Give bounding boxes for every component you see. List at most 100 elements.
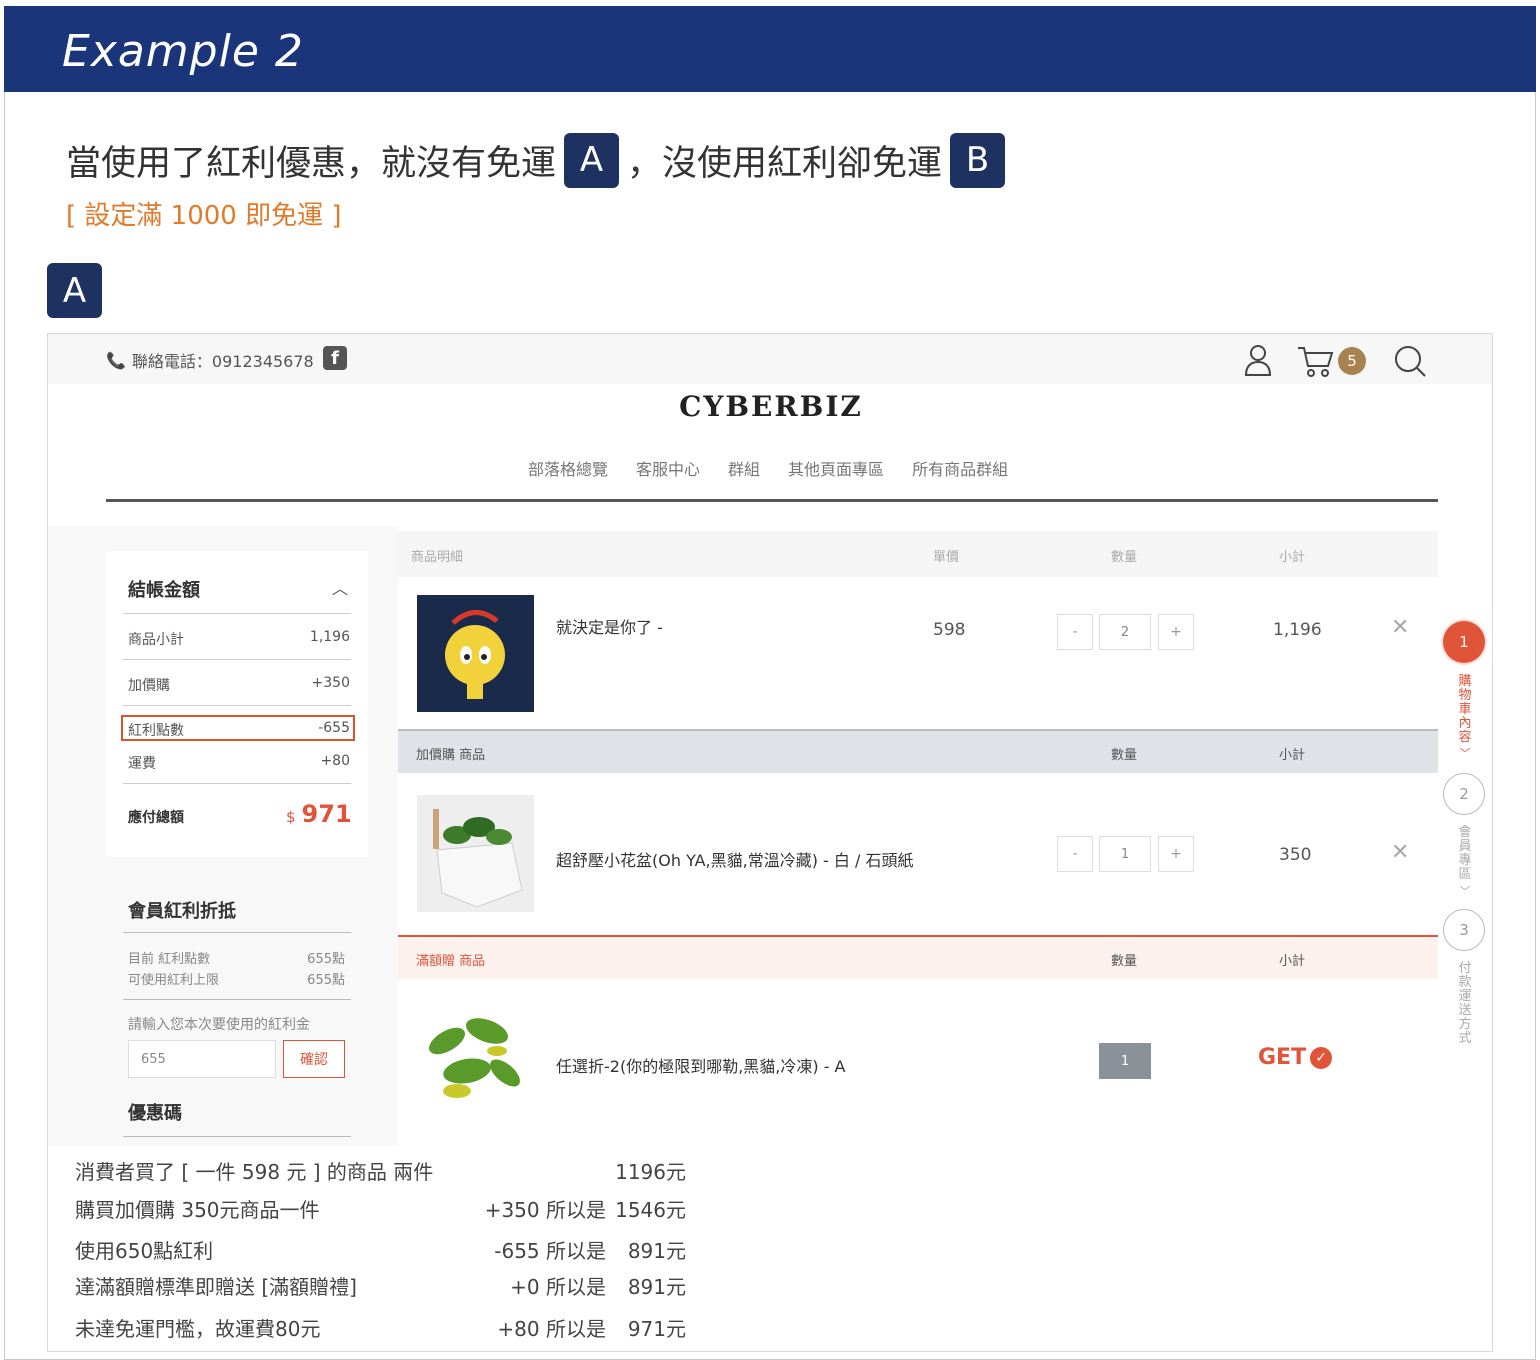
chevron-down-icon: ﹀ (1459, 747, 1471, 760)
step-1-circle[interactable]: 1 (1443, 621, 1485, 663)
chevron-up-icon[interactable]: ︿ (332, 575, 348, 599)
section-badge-a: A (47, 263, 102, 318)
total-amount: $971 (286, 800, 352, 828)
gift-header-label: 滿額贈 商品 (416, 954, 486, 969)
calc-line-5-result: 971元 (627, 1317, 686, 1341)
step-3-label[interactable]: 付款運送方式 (1457, 962, 1473, 1046)
product-name[interactable]: 超舒壓小花盆(Oh YA,黑貓,常溫冷藏) - 白 / 石頭紙 (556, 847, 913, 871)
free-shipping-note: [ 設定滿 1000 即免運 ] (66, 201, 342, 231)
gift-status: GET ✓ (1258, 1045, 1333, 1070)
step-2-circle[interactable]: 2 (1443, 773, 1485, 815)
calc-line-5-op: +80 所以是 (497, 1317, 606, 1341)
calc-line-3-result: 891元 (627, 1239, 686, 1263)
total-value: 971 (301, 800, 352, 828)
unit-price: 598 (933, 620, 966, 640)
total-label: 應付總額 (128, 810, 184, 826)
remove-icon[interactable]: ✕ (1391, 615, 1409, 640)
qty-increase-button[interactable]: + (1158, 836, 1194, 872)
headline: 當使用了紅利優惠，就沒有免運 A ，沒使用紅利卻免運 B (66, 132, 1013, 188)
addon-header-label: 加價購 商品 (416, 748, 486, 763)
bonus-points-input[interactable]: 655 (128, 1040, 276, 1078)
calc-line-2-result: 1546元 (615, 1198, 686, 1222)
product-name[interactable]: 就決定是你了 - (556, 614, 663, 638)
qty-input[interactable]: 1 (1099, 836, 1151, 872)
gift-header-qty: 數量 (1111, 954, 1138, 969)
addon-row: 超舒壓小花盆(Oh YA,黑貓,常溫冷藏) - 白 / 石頭紙 - 1 + 35… (398, 773, 1438, 935)
bonus-confirm-button[interactable]: 確認 (283, 1040, 345, 1078)
product-thumbnail[interactable] (417, 595, 534, 712)
summary-title: 結帳金額 (128, 580, 200, 601)
divider (123, 613, 351, 614)
divider (123, 999, 351, 1000)
step-1-label[interactable]: 購物車內容 (1457, 675, 1473, 745)
addon-header-qty: 數量 (1111, 748, 1138, 763)
addon-header-subtotal: 小計 (1279, 748, 1306, 763)
phone-icon: 📞 (106, 350, 126, 370)
banner-title: Example 2 (62, 26, 304, 77)
summary-row-value: -655 (318, 720, 350, 736)
gift-header-subtotal: 小計 (1279, 954, 1306, 969)
remove-icon[interactable]: ✕ (1391, 840, 1409, 865)
row-subtotal: 350 (1279, 845, 1312, 865)
qty-increase-button[interactable]: + (1158, 614, 1194, 650)
qty-decrease-button[interactable]: - (1057, 614, 1093, 650)
calc-line-5-desc: 未達免運門檻，故運費80元 (75, 1317, 321, 1341)
nav-item-other-pages[interactable]: 其他頁面專區 (788, 456, 884, 480)
nav-item-blog[interactable]: 部落格總覽 (528, 456, 608, 480)
calc-line-4-result: 891元 (627, 1275, 686, 1299)
divider (123, 705, 351, 706)
step-2-label[interactable]: 會員專區 (1457, 826, 1473, 882)
summary-row-addon: 加價購 +350 (128, 675, 350, 695)
facebook-icon[interactable]: f (323, 346, 347, 370)
step-3-circle[interactable]: 3 (1443, 909, 1485, 951)
bonus-prompt: 請輸入您本次要使用的紅利金 (128, 1017, 310, 1033)
nav-item-groups[interactable]: 群組 (728, 456, 760, 480)
qty-input[interactable]: 2 (1099, 614, 1151, 650)
summary-row-label: 運費 (128, 756, 156, 772)
addon-table-header: 加價購 商品 數量 小計 (398, 729, 1438, 773)
summary-row-value: +80 (320, 753, 350, 769)
chevron-down-icon: ﹀ (1459, 885, 1471, 898)
summary-row-subtotal: 商品小計 1,196 (128, 629, 350, 649)
phone-label: 聯絡電話：0912345678 (131, 352, 314, 371)
header-detail: 商品明細 (411, 550, 464, 565)
search-icon[interactable] (1393, 344, 1427, 378)
divider (123, 783, 351, 784)
check-icon: ✓ (1310, 1046, 1333, 1069)
banner: Example 2 (4, 6, 1536, 92)
currency-symbol: $ (286, 808, 296, 826)
contact-phone[interactable]: 📞 聯絡電話：0912345678 (106, 348, 314, 372)
nav-item-all-products[interactable]: 所有商品群組 (912, 456, 1008, 480)
store-logo[interactable]: CYBERBIZ (48, 390, 1492, 423)
user-icon[interactable] (1243, 344, 1273, 376)
divider (123, 659, 351, 660)
cart-row: 就決定是你了 - 598 - 2 + 1,196 ✕ (398, 577, 1438, 729)
summary-row-value: +350 (311, 675, 350, 691)
calc-line-2-desc: 購買加價購 350元商品一件 (75, 1198, 320, 1222)
cart-table-header: 商品明細 單價 數量 小計 (398, 531, 1438, 577)
coupon-title: 優惠碼 (128, 1103, 182, 1124)
bonus-title: 會員紅利折抵 (128, 901, 236, 922)
cart-count-badge: 5 (1338, 347, 1366, 375)
cart-icon[interactable] (1296, 344, 1336, 378)
checkout-summary-card: 結帳金額 ︿ 商品小計 1,196 加價購 +350 紅利點數 -655 運費 … (106, 551, 368, 857)
summary-row-label: 加價購 (128, 678, 170, 694)
summary-row-label: 紅利點數 (128, 723, 184, 739)
divider (123, 1136, 351, 1137)
main-nav: 部落格總覽 客服中心 群組 其他頁面專區 所有商品群組 (528, 456, 1008, 480)
calc-line-4-desc: 達滿額贈標準即贈送 [滿額贈禮] (75, 1275, 357, 1299)
headline-part2: ，沒使用紅利卻免運 (627, 143, 943, 184)
calc-line-3-op: -655 所以是 (494, 1239, 606, 1263)
nav-item-support[interactable]: 客服中心 (636, 456, 700, 480)
product-thumbnail[interactable] (417, 795, 534, 912)
product-thumbnail[interactable] (417, 1001, 534, 1118)
summary-row-value: 1,196 (309, 629, 350, 645)
calc-line-1-result: 1196元 (615, 1160, 686, 1184)
row-subtotal: 1,196 (1273, 620, 1322, 640)
product-name[interactable]: 任選折-2(你的極限到哪勒,黑貓,冷凍) - A (556, 1053, 846, 1077)
badge-b-inline: B (950, 132, 1006, 188)
header-qty: 數量 (1111, 550, 1138, 565)
divider (123, 932, 351, 933)
qty-decrease-button[interactable]: - (1057, 836, 1093, 872)
header-unit-price: 單價 (933, 550, 960, 565)
